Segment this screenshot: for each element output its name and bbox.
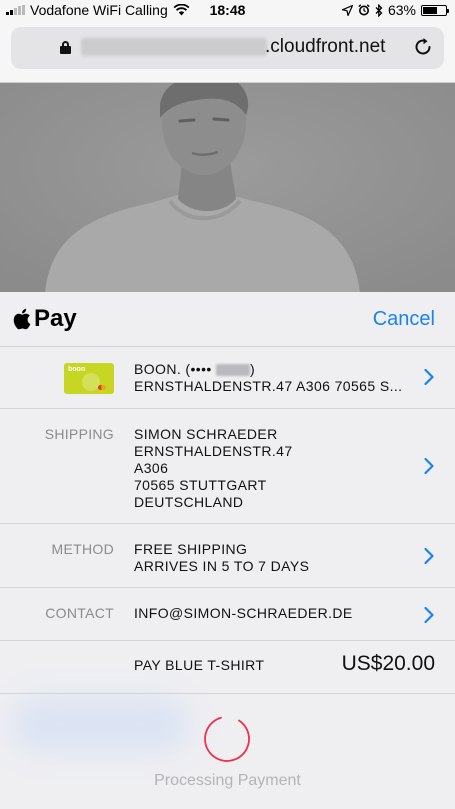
shipping-method-row[interactable]: METHOD FREE SHIPPING ARRIVES IN 5 TO 7 D… — [0, 524, 455, 588]
card-billing-address: ERNSTHALDENSTR.47 A306 70565 S... — [134, 378, 403, 394]
sheet-header: Pay Cancel — [0, 292, 455, 347]
shipping-line: DEUTSCHLAND — [134, 494, 244, 510]
chevron-right-icon[interactable] — [423, 457, 435, 475]
contact-email: INFO@SIMON-SCHRAEDER.DE — [134, 605, 353, 621]
lock-icon — [60, 41, 71, 54]
alarm-icon — [358, 4, 370, 16]
shipping-address: SIMON SCHRAEDER ERNSTHALDENSTR.47 A306 7… — [134, 426, 293, 511]
browser-toolbar: .cloudfront.net — [0, 20, 455, 83]
shipping-line: SIMON SCHRAEDER — [134, 426, 278, 442]
shipping-line: ERNSTHALDENSTR.47 — [134, 443, 293, 459]
card-thumbnail: boon — [64, 363, 114, 394]
shipping-line: 70565 STUTTGART — [134, 477, 267, 493]
status-bar: Vodafone WiFi Calling 18:48 63% — [0, 0, 455, 20]
card-number-redacted — [215, 364, 250, 377]
total-row: PAY BLUE T-SHIRT US$20.00 — [0, 641, 455, 694]
card-details: BOON. (•••• ) ERNSTHALDENSTR.47 A306 705… — [134, 361, 402, 395]
product-photo — [0, 83, 455, 293]
shipping-row[interactable]: SHIPPING SIMON SCHRAEDER ERNSTHALDENSTR.… — [0, 409, 455, 524]
apple-logo-icon — [13, 308, 31, 330]
apple-pay-logo: Pay — [12, 305, 77, 333]
address-bar[interactable]: .cloudfront.net — [11, 27, 444, 69]
reload-icon[interactable] — [413, 37, 433, 57]
chevron-right-icon[interactable] — [423, 368, 435, 386]
method-line: ARRIVES IN 5 TO 7 DAYS — [134, 558, 310, 574]
location-arrow-icon — [341, 4, 353, 16]
processing-spinner-icon — [204, 716, 250, 762]
chevron-right-icon[interactable] — [423, 547, 435, 565]
url-domain: .cloudfront.net — [265, 36, 386, 57]
background-blur — [10, 697, 190, 752]
cancel-button[interactable]: Cancel — [373, 308, 435, 331]
battery-icon — [421, 4, 449, 16]
model-image — [0, 83, 455, 293]
card-name: BOON. (•••• — [134, 361, 212, 377]
card-name-suffix: ) — [249, 361, 256, 377]
shipping-line: A306 — [134, 460, 169, 476]
url-redacted — [81, 38, 267, 56]
apple-pay-text: Pay — [34, 305, 77, 332]
payment-card-row[interactable]: boon BOON. (•••• ) ERNSTHALDENSTR.47 A30… — [0, 347, 455, 409]
processing-status: Processing Payment — [154, 772, 301, 789]
method-line: FREE SHIPPING — [134, 541, 248, 557]
total-label: PAY BLUE T-SHIRT — [134, 657, 265, 673]
battery-percent: 63% — [387, 2, 416, 18]
shipping-label: SHIPPING — [44, 426, 114, 442]
contact-row[interactable]: CONTACT INFO@SIMON-SCHRAEDER.DE — [0, 588, 455, 641]
apple-pay-sheet: Pay Cancel boon BOON. (•••• ) ERNSTHALDE… — [0, 292, 455, 809]
method-details: FREE SHIPPING ARRIVES IN 5 TO 7 DAYS — [134, 541, 309, 575]
status-right: 63% — [341, 2, 449, 18]
bluetooth-icon — [375, 3, 383, 17]
total-amount: US$20.00 — [341, 652, 435, 675]
chevron-right-icon[interactable] — [423, 606, 435, 624]
method-label: METHOD — [51, 541, 114, 557]
card-brand-text: boon — [68, 366, 86, 373]
contact-label: CONTACT — [45, 605, 114, 621]
